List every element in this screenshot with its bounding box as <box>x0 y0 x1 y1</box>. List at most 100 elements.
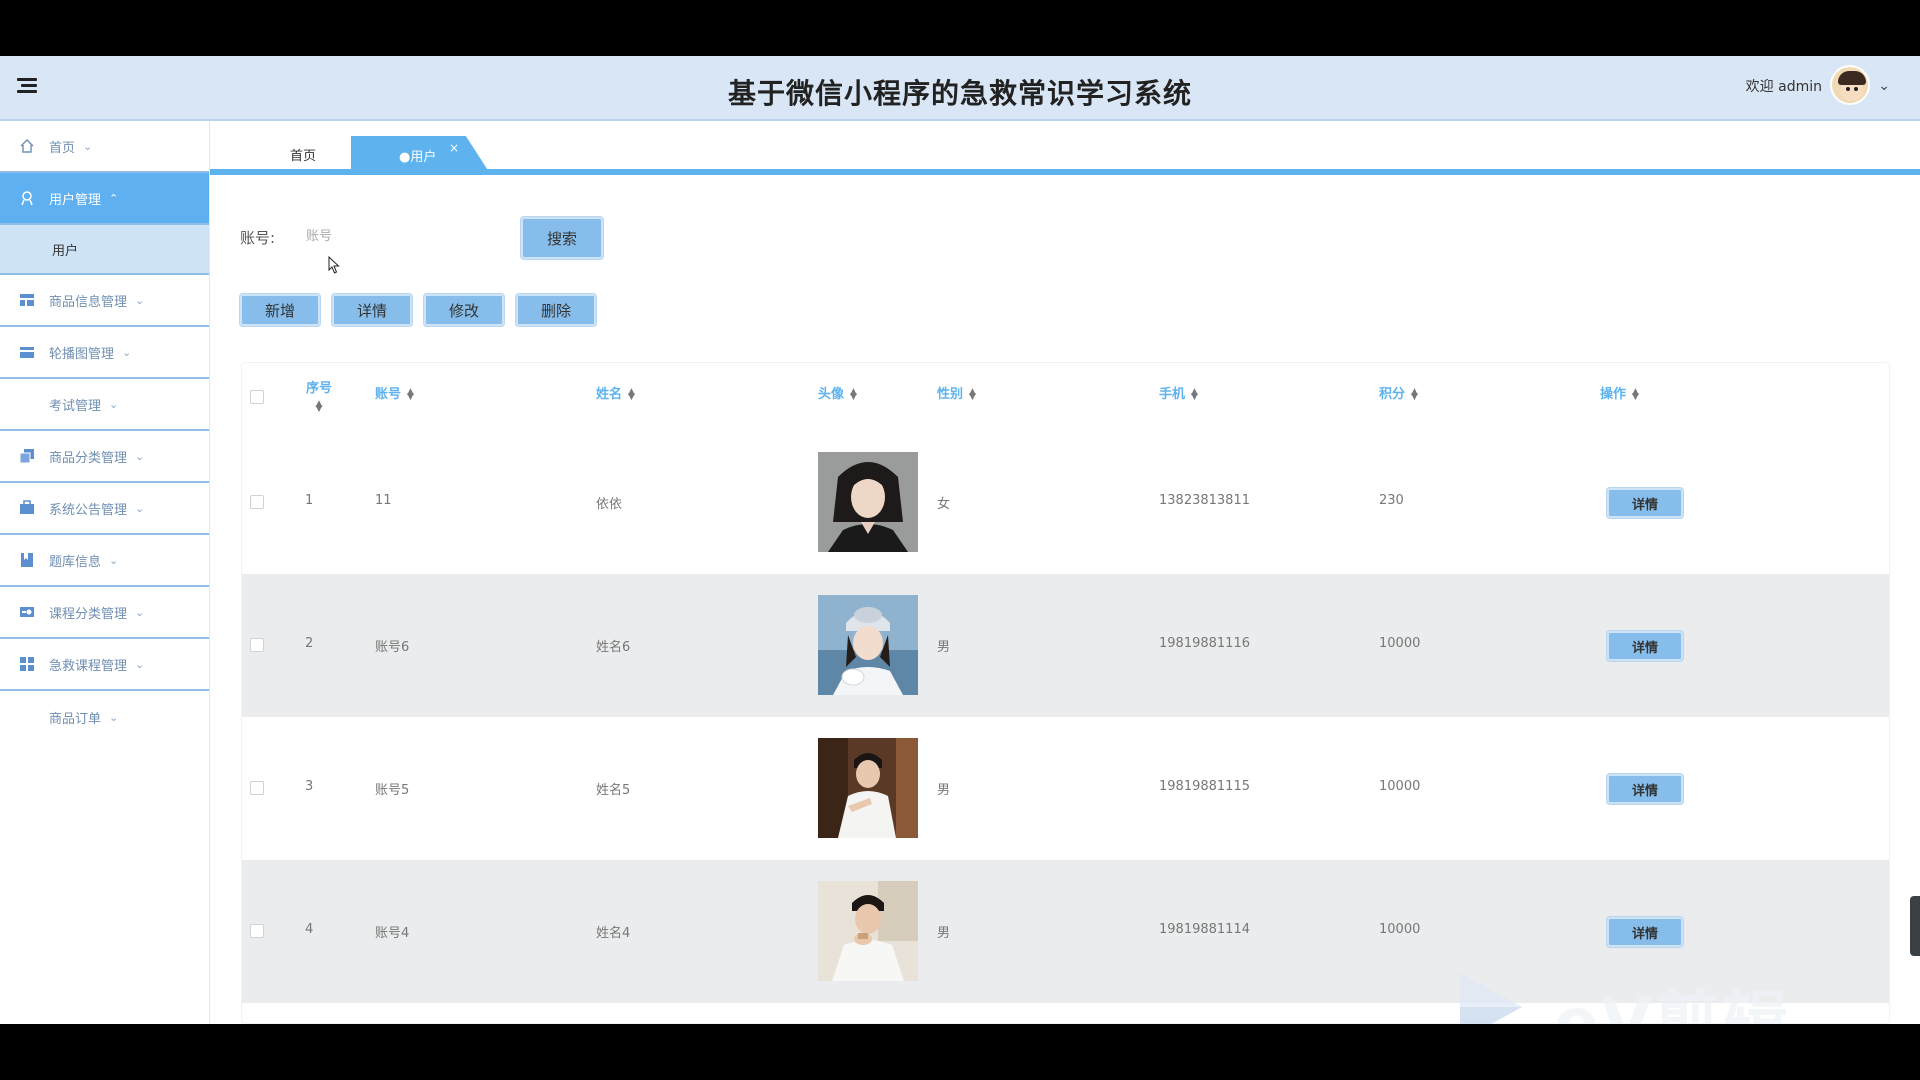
home-icon <box>20 139 34 153</box>
sidebar-item-label: 急救课程管理 <box>49 658 128 674</box>
sidebar-item-label: 用户管理 <box>49 192 102 208</box>
cell-phone: 13823813811 <box>1159 493 1250 508</box>
avatar-image <box>818 738 918 838</box>
sidebar-item-label: 题库信息 <box>49 554 102 570</box>
sidebar-item-announcement[interactable]: 系统公告管理 ⌄ <box>0 483 209 535</box>
sidebar-item-orders[interactable]: 商品订单 ⌄ <box>0 691 209 743</box>
cell-index: 2 <box>305 636 314 651</box>
cell-index: 1 <box>305 493 314 508</box>
user-icon <box>21 191 33 206</box>
video-letterbox-bottom <box>0 1024 1920 1080</box>
avatar-image <box>818 881 918 981</box>
welcome-text: 欢迎 admin <box>1745 79 1822 95</box>
chevron-down-icon: ⌄ <box>135 605 145 619</box>
sort-icon: ▲ ▼ <box>407 386 414 402</box>
cell-index: 4 <box>305 922 314 937</box>
sidebar-item-first-aid-course[interactable]: 急救课程管理 ⌄ <box>0 639 209 691</box>
cell-name: 依依 <box>596 497 623 512</box>
row-detail-button[interactable]: 详情 <box>1607 631 1683 661</box>
sort-icon: ▲ ▼ <box>850 386 857 402</box>
chevron-down-icon: ⌄ <box>122 345 132 359</box>
select-all-checkbox[interactable] <box>250 390 264 404</box>
table-row[interactable]: 1 11 依依 女 13823813811 230 详情 <box>242 431 1889 574</box>
add-button[interactable]: 新增 <box>240 294 320 326</box>
table-row[interactable]: 2 账号6 姓名6 男 19819881116 10000 详情 <box>242 574 1889 717</box>
scroll-handle[interactable] <box>1910 896 1920 956</box>
sidebar-item-label: 考试管理 <box>49 398 102 414</box>
search-button[interactable]: 搜索 <box>521 217 603 259</box>
sidebar-item-label: 商品信息管理 <box>49 294 128 310</box>
cell-account: 账号4 <box>375 926 410 941</box>
row-detail-button[interactable]: 详情 <box>1607 488 1683 518</box>
avatar-image <box>818 452 918 552</box>
chevron-down-icon: ⌄ <box>135 501 145 515</box>
cell-points: 230 <box>1379 493 1404 508</box>
sidebar: 首页 ⌄ 用户管理 ⌃ 用户 商品信息管理 ⌄ 轮播图管理 ⌄ 考试管理 ⌄ 商… <box>0 121 210 1024</box>
briefcase-icon <box>20 500 34 514</box>
sidebar-item-label: 商品订单 <box>49 711 102 727</box>
detail-button[interactable]: 详情 <box>332 294 412 326</box>
row-detail-button[interactable]: 详情 <box>1607 774 1683 804</box>
sidebar-item-label: 课程分类管理 <box>49 606 128 622</box>
chevron-down-icon[interactable]: ⌄ <box>1878 78 1890 94</box>
column-header-avatar[interactable]: 头像 ▲ ▼ <box>818 383 857 402</box>
chevron-down-icon: ⌄ <box>135 449 145 463</box>
sidebar-item-carousel[interactable]: 轮播图管理 ⌄ <box>0 327 209 379</box>
table-row[interactable]: 3 账号5 姓名5 男 19819881115 10000 详情 <box>242 717 1889 860</box>
sort-icon: ▲ ▼ <box>315 399 323 414</box>
page-title: 基于微信小程序的急救常识学习系统 <box>727 77 1192 110</box>
tab-user[interactable]: ●用户 × <box>351 136 491 175</box>
chevron-down-icon: ⌄ <box>109 710 119 724</box>
row-checkbox[interactable] <box>250 638 264 652</box>
sidebar-item-label: 商品分类管理 <box>49 450 128 466</box>
top-header: 基于微信小程序的急救常识学习系统 欢迎 admin ⌄ <box>0 56 1920 121</box>
chevron-down-icon: ⌄ <box>109 553 119 567</box>
table-header: 序号 ▲ ▼ 账号 ▲ ▼ 姓名 ▲ ▼ 头像 ▲ ▼ 性别 ▲ ▼ 手机 ▲ ▼ 积分 ▲ ▼ 操作 ▲ ▼ <box>242 363 1889 431</box>
bookmark-icon <box>21 553 33 567</box>
tab-label: ●用户 <box>399 150 437 165</box>
sidebar-item-home[interactable]: 首页 ⌄ <box>0 121 209 173</box>
search-input[interactable] <box>298 214 508 256</box>
layout-icon <box>20 294 34 306</box>
cell-account: 账号6 <box>375 640 410 655</box>
column-header-points[interactable]: 积分 ▲ ▼ <box>1379 383 1418 402</box>
sidebar-item-course-category[interactable]: 课程分类管理 ⌄ <box>0 587 209 639</box>
carousel-icon <box>20 347 34 358</box>
sidebar-subitem-user[interactable]: 用户 <box>0 225 209 275</box>
chevron-down-icon: ⌄ <box>135 293 145 307</box>
sort-icon: ▲ ▼ <box>1411 386 1418 402</box>
chevron-down-icon: ⌄ <box>109 397 119 411</box>
column-header-index[interactable]: 序号 ▲ ▼ <box>304 377 334 414</box>
search-label: 账号: <box>240 229 276 247</box>
mouse-cursor-icon <box>328 256 340 274</box>
column-header-actions[interactable]: 操作 ▲ ▼ <box>1600 383 1639 402</box>
cell-gender: 男 <box>937 926 951 941</box>
column-header-phone[interactable]: 手机 ▲ ▼ <box>1159 383 1198 402</box>
sidebar-item-question-bank[interactable]: 题库信息 ⌄ <box>0 535 209 587</box>
cell-points: 10000 <box>1379 779 1421 794</box>
row-checkbox[interactable] <box>250 781 264 795</box>
cell-name: 姓名4 <box>596 926 631 941</box>
chevron-down-icon: ⌄ <box>83 139 93 153</box>
row-detail-button[interactable]: 详情 <box>1607 917 1683 947</box>
column-header-name[interactable]: 姓名 ▲ ▼ <box>596 383 635 402</box>
column-header-account[interactable]: 账号 ▲ ▼ <box>375 383 414 402</box>
delete-button[interactable]: 删除 <box>516 294 596 326</box>
cell-phone: 19819881114 <box>1159 922 1250 937</box>
row-checkbox[interactable] <box>250 495 264 509</box>
sidebar-item-user-management[interactable]: 用户管理 ⌃ <box>0 173 209 225</box>
tab-home[interactable]: 首页 <box>290 145 316 164</box>
cell-index: 3 <box>305 779 314 794</box>
sidebar-item-product-category[interactable]: 商品分类管理 ⌄ <box>0 431 209 483</box>
avatar[interactable] <box>1830 65 1870 105</box>
chevron-up-icon: ⌃ <box>109 191 119 205</box>
edit-button[interactable]: 修改 <box>424 294 504 326</box>
row-checkbox[interactable] <box>250 924 264 938</box>
sidebar-item-product-info[interactable]: 商品信息管理 ⌄ <box>0 275 209 327</box>
close-icon[interactable]: × <box>449 141 459 155</box>
sort-icon: ▲ ▼ <box>1191 386 1198 402</box>
user-table: 序号 ▲ ▼ 账号 ▲ ▼ 姓名 ▲ ▼ 头像 ▲ ▼ 性别 ▲ ▼ 手机 ▲ ▼ 积分 ▲ ▼ 操作 ▲ ▼… <box>241 362 1890 1024</box>
sidebar-item-exam[interactable]: 考试管理 ⌄ <box>0 379 209 431</box>
cell-gender: 女 <box>937 497 951 512</box>
column-header-gender[interactable]: 性别 ▲ ▼ <box>937 383 976 402</box>
